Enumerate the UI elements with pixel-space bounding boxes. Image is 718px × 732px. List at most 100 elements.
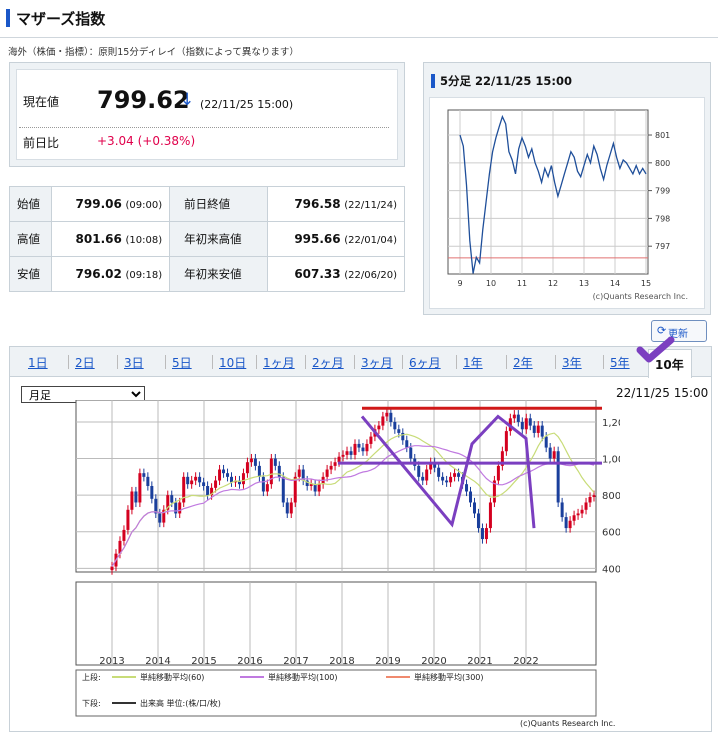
candle-body: [457, 473, 461, 477]
candle-body: [361, 447, 365, 452]
candle-body: [178, 502, 182, 514]
tab-8[interactable]: 3ヶ月: [361, 354, 393, 371]
tab-separator: [603, 355, 604, 369]
high-cell: 801.66 (10:08): [50, 221, 171, 257]
candle-body: [564, 517, 568, 529]
tab-2[interactable]: 2日: [75, 354, 95, 371]
candle-body: [512, 414, 516, 419]
candle-body: [484, 528, 488, 540]
tab-5[interactable]: 10日: [219, 354, 246, 371]
table-row: 高値 801.66 (10:08) 年初来高値 995.66 (22/01/04…: [9, 221, 405, 257]
candle-body: [241, 473, 245, 485]
candle-body: [138, 473, 142, 503]
long-term-chart-svg: 2013 2014 2015 2016 2017 2018 2019 2020 2021 2022…: [75, 400, 620, 728]
ytd-high-value: 995.66: [294, 232, 341, 246]
low-label: 安値: [9, 256, 52, 292]
candle-body: [449, 476, 453, 483]
candle-body: [297, 469, 301, 477]
x-tick-label: 2013: [99, 656, 124, 667]
tab-10[interactable]: 1年: [463, 354, 483, 371]
x-tick-label: 15: [641, 279, 651, 288]
x-tick-label: 2015: [191, 656, 216, 667]
tab-separator: [256, 355, 257, 369]
delay-notice: 海外（株価・指標）：原則15分ディレイ（指数によって異なります）: [8, 47, 299, 58]
candle-body: [309, 484, 313, 486]
tab-separator: [555, 355, 556, 369]
intraday-title-accent: [431, 74, 435, 88]
ytd-low-date: (22/06/20): [344, 270, 397, 281]
candle-body: [249, 458, 253, 463]
y-tick-label: 1,000: [602, 455, 620, 466]
candle-body: [130, 491, 134, 510]
tab-1[interactable]: 1日: [28, 354, 48, 371]
tab-9[interactable]: 6ヶ月: [409, 354, 441, 371]
x-tick-label: 2016: [237, 656, 262, 667]
tab-11[interactable]: 2年: [513, 354, 533, 371]
tab-separator: [506, 355, 507, 369]
current-price-value: 799.62: [97, 86, 190, 114]
tab-6[interactable]: 1ヶ月: [263, 354, 295, 371]
x-tick-label: 13: [579, 279, 589, 288]
candle-body: [417, 465, 421, 477]
prev-close-date: (22/11/24): [344, 200, 397, 211]
legend-lower-label: 下段:: [82, 698, 101, 708]
candle-body: [134, 491, 138, 503]
tab-12[interactable]: 3年: [562, 354, 582, 371]
candle-body: [421, 476, 425, 481]
candle-body: [496, 465, 500, 481]
title-accent-bar: [6, 9, 10, 27]
x-tick-label: 12: [548, 279, 558, 288]
change-label: 前日比: [23, 136, 60, 150]
candle-body: [524, 418, 528, 430]
x-tick-label: 2014: [145, 656, 170, 667]
candle-body: [281, 476, 285, 503]
open-value: 799.06: [75, 197, 122, 211]
candle-body: [218, 469, 222, 481]
candle-body: [265, 484, 269, 492]
candle-body: [393, 421, 397, 430]
candle-body: [552, 451, 556, 459]
tab-13[interactable]: 5年: [610, 354, 630, 371]
ytd-high-label: 年初来高値: [169, 221, 269, 257]
candle-body: [345, 451, 349, 455]
y-tick-label: 600: [602, 528, 620, 539]
candle-body: [588, 496, 592, 503]
candle-body: [285, 502, 289, 514]
high-label: 高値: [9, 221, 52, 257]
candle-body: [365, 443, 369, 452]
open-cell: 799.06 (09:00): [50, 186, 171, 222]
price-content: 現在値 799.62 ↓ (22/11/25 15:00) 前日比 +3.04 …: [9, 62, 405, 167]
intraday-chart-panel: 9 10 11 12 13 14 15 797 798 799 800 801 (c)Quants Re…: [429, 97, 705, 309]
current-price-label: 現在値: [23, 95, 60, 109]
candle-body: [333, 462, 337, 466]
checkmark-icon: [636, 336, 675, 363]
tab-separator: [354, 355, 355, 369]
candle-body: [341, 454, 345, 457]
tab-4[interactable]: 5日: [172, 354, 192, 371]
candle-body: [214, 480, 218, 488]
prev-close-cell: 796.58 (22/11/24): [267, 186, 405, 222]
page-header: [0, 0, 718, 38]
ytd-low-value: 607.33: [294, 267, 341, 281]
candle-body: [437, 467, 441, 477]
tab-separator: [165, 355, 166, 369]
candle-body: [269, 458, 273, 485]
tab-3[interactable]: 3日: [124, 354, 144, 371]
candle-body: [409, 447, 413, 459]
candle-body: [520, 421, 524, 430]
ytd-low-cell: 607.33 (22/06/20): [267, 256, 405, 292]
candle-body: [261, 476, 265, 492]
table-row: 始値 799.06 (09:00) 前日終値 796.58 (22/11/24): [9, 186, 405, 222]
x-tick-label: 2017: [283, 656, 308, 667]
page-title: マザーズ指数: [16, 10, 106, 28]
prev-close-label: 前日終値: [169, 186, 269, 222]
tab-7[interactable]: 2ヶ月: [312, 354, 344, 371]
long-term-chart-time: 22/11/25 15:00: [616, 386, 709, 400]
candle-body: [572, 515, 576, 521]
candle-body: [476, 513, 480, 529]
candle-body: [556, 451, 560, 503]
candle-body: [150, 486, 154, 499]
candle-body: [317, 484, 321, 492]
low-time: (09:18): [125, 270, 163, 281]
legend-volume-label: 出来高 単位:(株/口/枚): [140, 698, 221, 708]
